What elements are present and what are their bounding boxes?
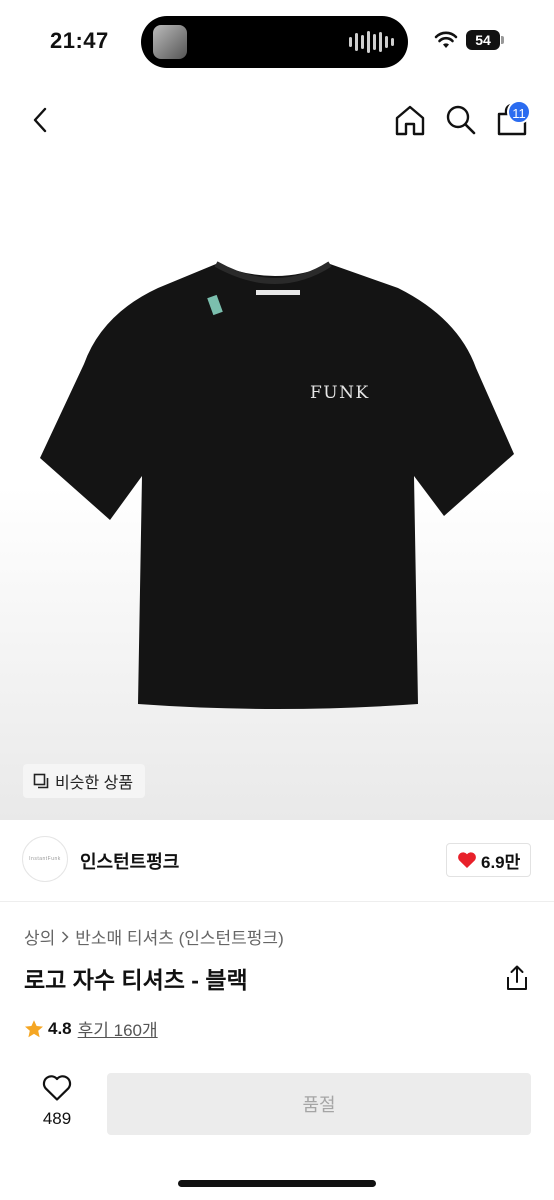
wishlist-button[interactable]: 489	[30, 1074, 84, 1129]
status-bar: 21:47 54	[0, 0, 554, 80]
chevron-right-icon	[62, 930, 69, 943]
home-button[interactable]	[392, 102, 428, 138]
share-icon	[507, 965, 527, 990]
brand-logo-text: InstantFunk	[29, 856, 61, 862]
star-icon	[25, 1019, 43, 1037]
dynamic-island[interactable]	[141, 16, 408, 68]
rating-row: 4.8 후기 160개	[24, 1016, 158, 1041]
now-playing-artwork	[153, 25, 187, 59]
sold-out-button[interactable]: 품절	[107, 1073, 531, 1135]
breadcrumb: 상의 반소매 티셔츠 (인스턴트펑크)	[24, 924, 284, 949]
audio-wave-icon	[349, 31, 394, 53]
copy-icon	[33, 773, 49, 789]
cart-count-badge: 11	[507, 100, 531, 124]
brand-logo[interactable]: InstantFunk	[22, 836, 68, 882]
wifi-icon	[434, 31, 458, 48]
reviews-link[interactable]: 후기 160개	[78, 1016, 158, 1041]
product-image-area[interactable]: 11 FUNK 비슷한 상품	[0, 80, 554, 820]
back-button[interactable]	[24, 104, 56, 136]
tshirt-print-text: FUNK	[310, 383, 370, 403]
brand-row: InstantFunk 인스턴트펑크 6.9만	[0, 832, 554, 902]
wishlist-count: 489	[42, 1109, 72, 1128]
search-button[interactable]	[443, 102, 479, 138]
share-button[interactable]	[504, 964, 530, 992]
breadcrumb-category[interactable]: 상의	[24, 924, 55, 949]
status-time: 21:47	[50, 28, 109, 53]
similar-products-button[interactable]: 비슷한 상품	[23, 764, 146, 798]
rating-value: 4.8	[48, 1018, 72, 1038]
battery-tip	[501, 36, 504, 44]
home-indicator[interactable]	[178, 1180, 376, 1187]
chevron-left-icon	[33, 107, 47, 133]
brand-like-count: 6.9만	[481, 852, 521, 872]
brand-like-button[interactable]: 6.9만	[446, 843, 532, 877]
brand-name[interactable]: 인스턴트펑크	[80, 848, 179, 874]
product-tshirt-image[interactable]: FUNK	[38, 258, 516, 712]
product-title: 로고 자수 티셔츠 - 블랙	[24, 967, 248, 993]
similar-products-label: 비슷한 상품	[55, 775, 134, 792]
breadcrumb-subcategory[interactable]: 반소매 티셔츠 (인스턴트펑크)	[75, 924, 283, 949]
heart-outline-icon	[42, 1075, 72, 1101]
home-icon	[395, 105, 425, 136]
heart-filled-icon	[458, 852, 476, 868]
search-icon	[446, 105, 476, 135]
battery-indicator: 54	[466, 30, 500, 50]
